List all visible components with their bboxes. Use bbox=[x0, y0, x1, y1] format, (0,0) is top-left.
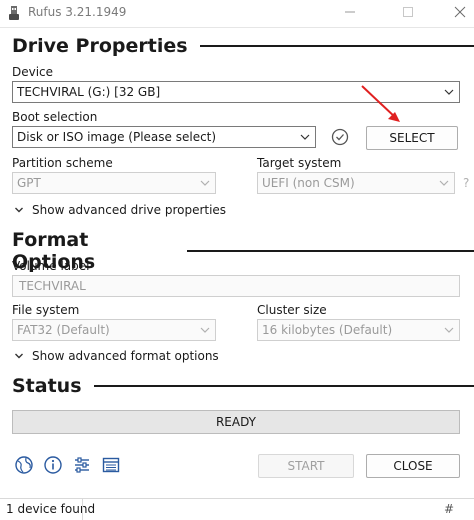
usb-drive-icon bbox=[9, 6, 19, 20]
status-bar: 1 device found # bbox=[0, 498, 474, 520]
chevron-down-icon bbox=[200, 327, 210, 333]
close-button[interactable]: CLOSE bbox=[366, 454, 460, 478]
chevron-down-icon bbox=[15, 353, 23, 359]
volume-label-value: TECHVIRAL bbox=[19, 279, 86, 293]
file-system-dropdown[interactable]: FAT32 (Default) bbox=[12, 319, 216, 341]
start-button[interactable]: START bbox=[258, 454, 354, 478]
status-separator bbox=[82, 499, 83, 520]
close-window-icon[interactable] bbox=[448, 2, 472, 22]
device-value: TECHVIRAL (G:) [32 GB] bbox=[17, 85, 161, 99]
target-system-dropdown[interactable]: UEFI (non CSM) bbox=[257, 172, 455, 194]
volume-label-label: Volume label bbox=[12, 259, 90, 273]
file-system-value: FAT32 (Default) bbox=[17, 323, 110, 337]
info-icon[interactable] bbox=[43, 455, 63, 475]
chevron-down-icon bbox=[200, 180, 210, 186]
window-title: Rufus 3.21.1949 bbox=[28, 5, 127, 19]
progress-bar: READY bbox=[12, 410, 460, 434]
target-system-label: Target system bbox=[257, 156, 342, 170]
advanced-drive-properties-label: Show advanced drive properties bbox=[32, 203, 227, 217]
cluster-size-value: 16 kilobytes (Default) bbox=[262, 323, 393, 337]
file-system-label: File system bbox=[12, 303, 80, 317]
help-icon[interactable]: ? bbox=[463, 176, 469, 190]
boot-selection-value: Disk or ISO image (Please select) bbox=[17, 130, 217, 144]
drive-properties-title: Drive Properties bbox=[12, 35, 188, 57]
minimize-icon[interactable] bbox=[338, 2, 362, 22]
section-divider bbox=[199, 45, 474, 47]
advanced-format-options-label: Show advanced format options bbox=[32, 349, 219, 363]
chevron-down-icon bbox=[444, 327, 454, 333]
settings-sliders-icon[interactable] bbox=[72, 455, 92, 475]
log-table-icon[interactable] bbox=[101, 455, 121, 475]
chevron-down-icon bbox=[300, 134, 310, 140]
chevron-down-icon bbox=[439, 180, 449, 186]
maximize-icon[interactable] bbox=[396, 2, 420, 22]
volume-label-input[interactable]: TECHVIRAL bbox=[12, 275, 460, 297]
cluster-size-dropdown[interactable]: 16 kilobytes (Default) bbox=[257, 319, 460, 341]
cluster-size-label: Cluster size bbox=[257, 303, 327, 317]
progress-text: READY bbox=[215, 415, 257, 429]
target-system-value: UEFI (non CSM) bbox=[262, 176, 355, 190]
advanced-format-options-toggle[interactable]: Show advanced format options bbox=[14, 349, 219, 363]
section-divider bbox=[187, 250, 474, 252]
red-arrow-annotation-icon bbox=[361, 85, 400, 122]
boot-selection-label: Boot selection bbox=[12, 110, 98, 124]
globe-language-icon[interactable] bbox=[14, 455, 34, 475]
device-label: Device bbox=[12, 65, 54, 79]
status-header: Status bbox=[12, 375, 474, 397]
partition-scheme-dropdown[interactable]: GPT bbox=[12, 172, 216, 194]
advanced-drive-properties-toggle[interactable]: Show advanced drive properties bbox=[14, 203, 226, 217]
partition-scheme-label: Partition scheme bbox=[12, 156, 113, 170]
section-divider bbox=[93, 385, 474, 387]
boot-selection-dropdown[interactable]: Disk or ISO image (Please select) bbox=[12, 126, 316, 148]
status-title: Status bbox=[12, 375, 82, 397]
chevron-down-icon bbox=[15, 207, 23, 213]
drive-properties-header: Drive Properties bbox=[12, 35, 474, 57]
chevron-down-icon bbox=[444, 89, 454, 95]
partition-scheme-value: GPT bbox=[17, 176, 41, 190]
hash-icon[interactable]: # bbox=[444, 502, 454, 516]
title-bar: Rufus 3.21.1949 bbox=[0, 0, 474, 28]
verify-check-icon[interactable] bbox=[330, 127, 350, 147]
